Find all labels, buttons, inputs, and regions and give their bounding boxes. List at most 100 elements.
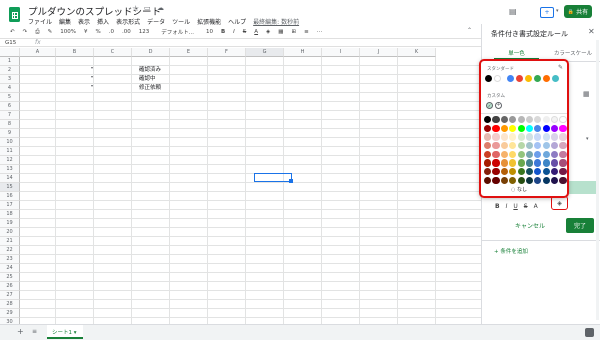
sheet-tab[interactable]: シート1 ▾ bbox=[47, 325, 83, 339]
row-header-15[interactable]: 15 bbox=[0, 183, 20, 192]
format-text-color-icon[interactable]: A bbox=[534, 203, 538, 210]
number-format-select[interactable]: 123 bbox=[139, 29, 150, 35]
palette-color-swatch[interactable] bbox=[492, 142, 500, 150]
palette-color-swatch[interactable] bbox=[509, 116, 517, 124]
row-header-10[interactable]: 10 bbox=[0, 138, 20, 147]
cancel-button[interactable]: キャンセル bbox=[509, 218, 551, 233]
dropdown-arrow-icon[interactable]: ▾ bbox=[91, 74, 93, 79]
column-header-e[interactable]: E bbox=[170, 48, 208, 57]
cell-d3[interactable]: 確認中 bbox=[139, 74, 156, 82]
close-panel-icon[interactable]: ✕ bbox=[588, 27, 595, 36]
palette-color-swatch[interactable] bbox=[542, 142, 550, 150]
selected-cell[interactable] bbox=[254, 173, 292, 182]
menu-help[interactable]: ヘルプ bbox=[228, 17, 246, 26]
percent-button[interactable]: % bbox=[95, 29, 100, 35]
palette-color-swatch[interactable] bbox=[500, 124, 508, 132]
palette-color-swatch[interactable] bbox=[551, 124, 559, 132]
increase-decimal-button[interactable]: .00 bbox=[122, 29, 131, 35]
palette-color-swatch[interactable] bbox=[551, 150, 559, 158]
row-header-4[interactable]: 4 bbox=[0, 84, 20, 93]
palette-color-swatch[interactable] bbox=[484, 142, 492, 150]
add-custom-color-icon[interactable]: + bbox=[495, 102, 502, 109]
column-header-d[interactable]: D bbox=[132, 48, 170, 57]
row-header-22[interactable]: 22 bbox=[0, 246, 20, 255]
palette-color-swatch[interactable] bbox=[492, 150, 500, 158]
row-header-3[interactable]: 3 bbox=[0, 75, 20, 84]
italic-icon[interactable]: I bbox=[233, 29, 235, 35]
menu-tools[interactable]: ツール bbox=[172, 17, 190, 26]
palette-color-swatch[interactable] bbox=[509, 142, 517, 150]
present-dropdown-icon[interactable]: ▾ bbox=[556, 8, 559, 14]
row-header-19[interactable]: 19 bbox=[0, 219, 20, 228]
format-fill-color-button[interactable]: ◈ bbox=[551, 196, 568, 210]
palette-color-swatch[interactable] bbox=[492, 159, 500, 167]
spreadsheet-grid[interactable]: A B C D E F G H I J K 1 2 3 4 5 6 7 8 9 10 11 12 13 14 15 16 17 18 19… bbox=[0, 48, 481, 324]
palette-color-swatch[interactable] bbox=[551, 116, 559, 124]
add-sheet-icon[interactable]: + bbox=[17, 327, 24, 336]
palette-color-swatch[interactable] bbox=[534, 150, 542, 158]
palette-color-swatch[interactable] bbox=[517, 168, 525, 176]
palette-color-swatch[interactable] bbox=[534, 159, 542, 167]
document-title[interactable]: プルダウンのスプレッドシート bbox=[28, 4, 161, 18]
palette-color-swatch[interactable] bbox=[525, 116, 534, 124]
palette-color-swatch[interactable] bbox=[500, 133, 508, 141]
palette-color-swatch[interactable] bbox=[509, 124, 517, 132]
palette-color-swatch[interactable] bbox=[542, 176, 550, 184]
palette-color-swatch[interactable] bbox=[517, 176, 525, 184]
palette-color-swatch[interactable] bbox=[484, 176, 492, 184]
cell-d2[interactable]: 確認済み bbox=[139, 65, 161, 73]
palette-color-swatch[interactable] bbox=[517, 159, 525, 167]
palette-color-swatch[interactable] bbox=[534, 133, 542, 141]
row-header-28[interactable]: 28 bbox=[0, 300, 20, 309]
align-icon[interactable]: ≡ bbox=[304, 29, 309, 35]
move-folder-icon[interactable]: ▭ bbox=[144, 4, 151, 12]
bold-icon[interactable]: B bbox=[221, 29, 225, 35]
row-header-23[interactable]: 23 bbox=[0, 255, 20, 264]
dropdown-arrow-icon[interactable]: ▾ bbox=[91, 65, 93, 70]
fill-color-icon[interactable]: ◈ bbox=[266, 29, 270, 35]
palette-color-swatch[interactable] bbox=[517, 150, 525, 158]
palette-color-swatch[interactable] bbox=[559, 116, 567, 124]
row-header-24[interactable]: 24 bbox=[0, 264, 20, 273]
column-header-j[interactable]: J bbox=[360, 48, 398, 57]
palette-color-swatch[interactable] bbox=[534, 176, 542, 184]
palette-color-swatch[interactable] bbox=[492, 116, 500, 124]
last-edit-link[interactable]: 最終編集: 数秒前 bbox=[253, 17, 299, 26]
palette-color-swatch[interactable] bbox=[492, 124, 500, 132]
row-header-17[interactable]: 17 bbox=[0, 201, 20, 210]
palette-color-swatch[interactable] bbox=[525, 150, 534, 158]
condition-dropdown-icon[interactable]: ▾ bbox=[586, 136, 589, 142]
comments-icon[interactable]: ▤ bbox=[509, 7, 517, 16]
palette-color-swatch[interactable] bbox=[534, 168, 542, 176]
palette-color-swatch[interactable] bbox=[484, 133, 492, 141]
format-strikethrough-icon[interactable]: S bbox=[524, 203, 528, 210]
row-header-6[interactable]: 6 bbox=[0, 102, 20, 111]
fill-handle[interactable] bbox=[289, 179, 293, 183]
share-button[interactable]: 🔒 共有 bbox=[564, 5, 592, 18]
palette-color-swatch[interactable] bbox=[559, 176, 567, 184]
custom-selected-check-icon[interactable]: ✓ bbox=[486, 102, 493, 109]
row-header-11[interactable]: 11 bbox=[0, 147, 20, 156]
explore-icon[interactable] bbox=[585, 328, 594, 337]
palette-color-swatch[interactable] bbox=[551, 133, 559, 141]
palette-color-swatch[interactable] bbox=[500, 150, 508, 158]
column-header-g[interactable]: G bbox=[246, 48, 284, 57]
standard-color-swatch[interactable] bbox=[542, 75, 550, 83]
palette-color-swatch[interactable] bbox=[492, 133, 500, 141]
format-italic-icon[interactable]: I bbox=[506, 203, 508, 210]
palette-color-swatch[interactable] bbox=[534, 142, 542, 150]
row-header-27[interactable]: 27 bbox=[0, 291, 20, 300]
palette-color-swatch[interactable] bbox=[484, 124, 492, 132]
menu-data[interactable]: データ bbox=[147, 17, 165, 26]
column-header-i[interactable]: I bbox=[322, 48, 360, 57]
standard-color-swatch[interactable] bbox=[515, 75, 523, 83]
palette-color-swatch[interactable] bbox=[500, 176, 508, 184]
palette-color-swatch[interactable] bbox=[484, 168, 492, 176]
palette-color-swatch[interactable] bbox=[517, 124, 525, 132]
menu-extensions[interactable]: 拡張機能 bbox=[197, 17, 221, 26]
palette-color-swatch[interactable] bbox=[525, 124, 534, 132]
palette-color-swatch[interactable] bbox=[551, 176, 559, 184]
palette-color-swatch[interactable] bbox=[500, 142, 508, 150]
palette-color-swatch[interactable] bbox=[509, 159, 517, 167]
palette-color-swatch[interactable] bbox=[559, 159, 567, 167]
